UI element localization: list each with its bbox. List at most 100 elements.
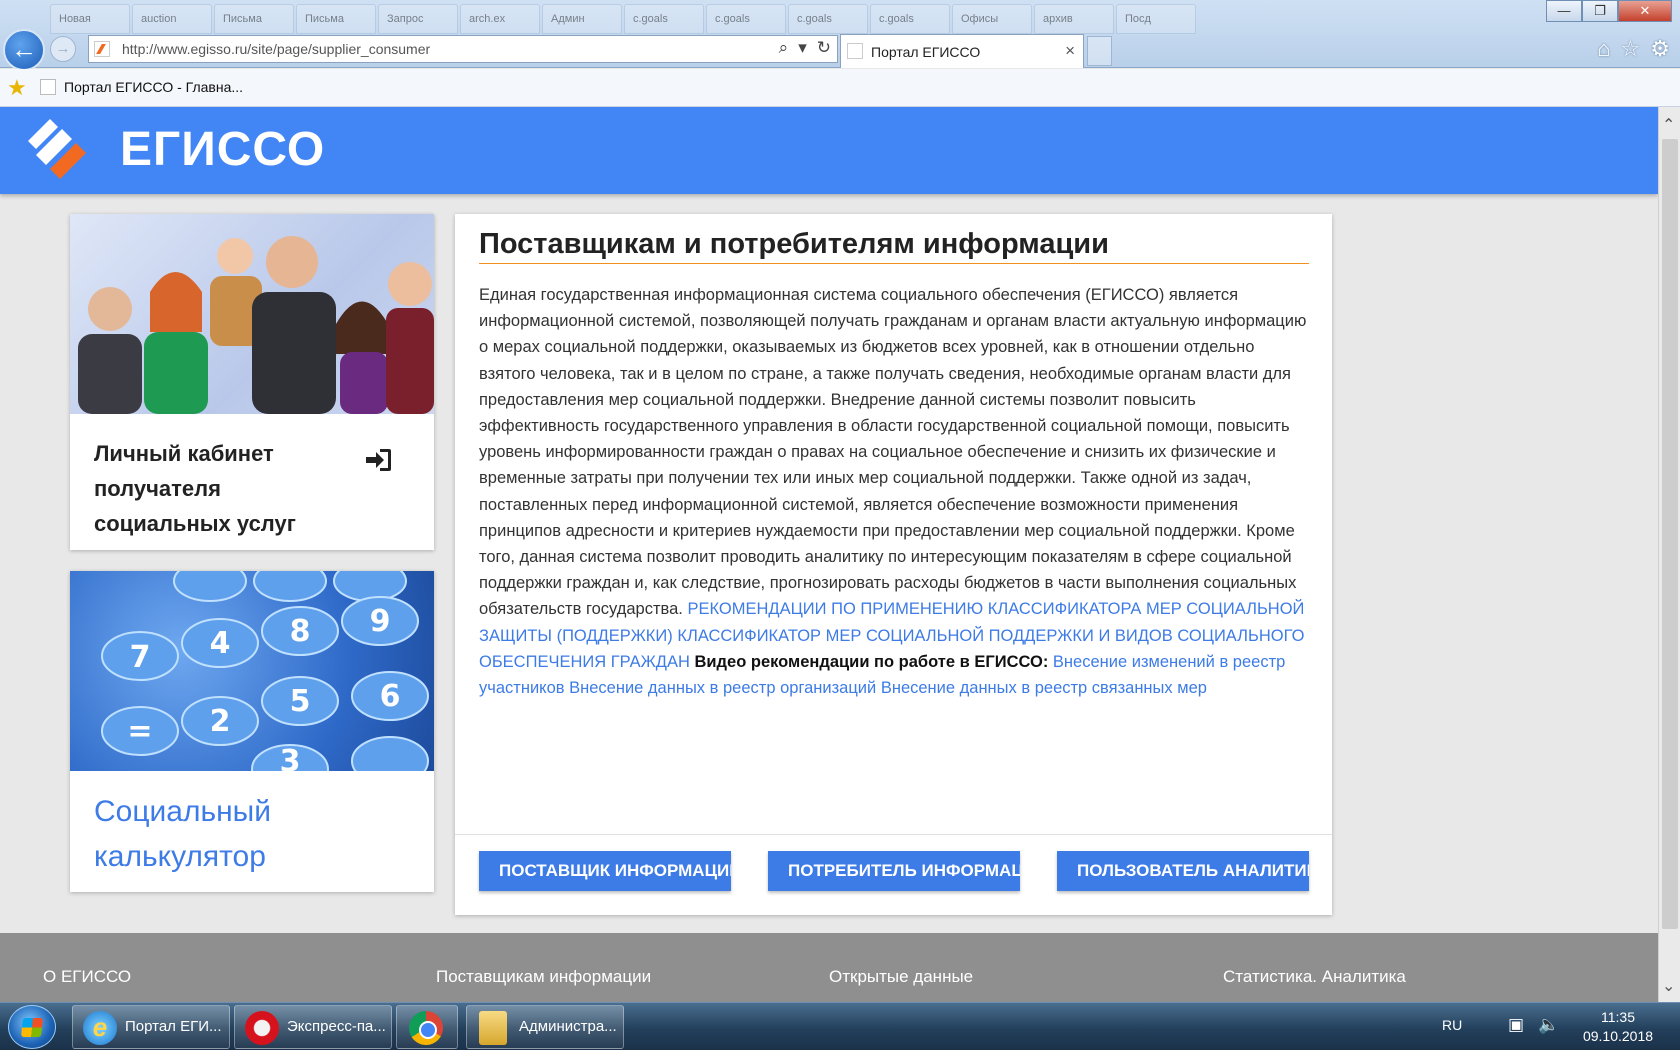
video-link-organizations[interactable]: Внесение данных в реестр организаций bbox=[569, 679, 876, 697]
favorites-item[interactable]: Портал ЕГИССО - Главна... bbox=[40, 79, 243, 95]
language-indicator[interactable]: RU bbox=[1442, 1017, 1462, 1033]
favorite-favicon-icon bbox=[40, 79, 56, 95]
cabinet-title[interactable]: Личный кабинет получателя социальных усл… bbox=[94, 436, 354, 541]
background-tab[interactable]: arch.ex bbox=[460, 4, 540, 34]
start-button[interactable] bbox=[8, 1005, 56, 1049]
consumer-button[interactable]: ПОТРЕБИТЕЛЬ ИНФОРМАЦИИ bbox=[768, 851, 1020, 891]
volume-icon[interactable]: 🔈 bbox=[1538, 1015, 1559, 1035]
scroll-down-icon[interactable]: ⌄ bbox=[1662, 976, 1675, 996]
calculator-keys-image: 4 8 7 9 2 5 6 3 = bbox=[70, 571, 434, 771]
taskbar-item-chrome[interactable] bbox=[396, 1005, 458, 1049]
footer-link-suppliers[interactable]: Поставщикам информации bbox=[436, 967, 651, 987]
favorites-item-label: Портал ЕГИССО - Главна... bbox=[64, 79, 244, 95]
background-tab[interactable]: арxив bbox=[1034, 4, 1114, 34]
settings-gear-icon[interactable]: ⚙ bbox=[1650, 36, 1670, 62]
network-icon[interactable]: ▣ bbox=[1508, 1015, 1524, 1035]
background-tab[interactable]: Пoсд bbox=[1116, 4, 1196, 34]
add-favorite-star-icon[interactable]: ★ bbox=[7, 75, 27, 101]
tab-title: Портал ЕГИССО bbox=[871, 44, 981, 60]
analytics-user-button[interactable]: ПОЛЬЗОВАТЕЛЬ АНАЛИТИКИ bbox=[1057, 851, 1309, 891]
browser-chrome: Новая auction Письма Письма Запрос arch.… bbox=[0, 0, 1680, 71]
svg-text:=: = bbox=[127, 714, 152, 749]
back-button[interactable]: ← bbox=[3, 29, 45, 71]
svg-text:4: 4 bbox=[210, 626, 231, 661]
tab-favicon-icon bbox=[847, 43, 863, 59]
background-tab[interactable]: Офисы bbox=[952, 4, 1032, 34]
page-viewport: ЕГИССО Личный кабинет получателя социаль… bbox=[0, 107, 1658, 1002]
close-window-button[interactable]: ✕ bbox=[1618, 0, 1672, 22]
favorites-star-icon[interactable]: ☆ bbox=[1621, 36, 1641, 62]
window-controls: — ❐ ✕ bbox=[1546, 0, 1672, 22]
clock-date: 09.10.2018 bbox=[1582, 1028, 1654, 1044]
background-tab[interactable]: Письма bbox=[296, 4, 376, 34]
footer-link-statistics[interactable]: Статистика. Аналитика bbox=[1223, 967, 1406, 987]
svg-text:8: 8 bbox=[290, 614, 311, 649]
taskbar-item-explorer[interactable]: Администра... bbox=[466, 1005, 624, 1049]
main-content-card: Поставщикам и потребителям информации Ед… bbox=[455, 214, 1332, 915]
background-tabs: Новая auction Письма Письма Запрос arch.… bbox=[50, 4, 1196, 34]
taskbar-item-ie[interactable]: e Портал ЕГИ... bbox=[72, 1005, 230, 1049]
scroll-up-icon[interactable]: ⌃ bbox=[1662, 115, 1675, 135]
clock[interactable]: 11:35 09.10.2018 bbox=[1580, 1008, 1656, 1046]
svg-text:9: 9 bbox=[370, 604, 391, 639]
svg-text:5: 5 bbox=[290, 684, 311, 719]
egisso-logo-icon[interactable] bbox=[28, 119, 88, 181]
folder-icon bbox=[479, 1011, 507, 1045]
card-divider bbox=[455, 834, 1332, 835]
clock-time: 11:35 bbox=[1601, 1009, 1635, 1025]
background-tab[interactable]: с.goals bbox=[706, 4, 786, 34]
svg-text:7: 7 bbox=[130, 640, 151, 675]
svg-text:3: 3 bbox=[280, 744, 301, 771]
footer-link-open-data[interactable]: Открытые данные bbox=[829, 967, 973, 987]
video-heading: Видео рекомендации по работе в ЕГИССО: bbox=[694, 652, 1049, 671]
forward-button[interactable]: → bbox=[50, 36, 76, 62]
site-footer: О ЕГИССО Поставщикам информации Открытые… bbox=[0, 933, 1658, 1002]
background-tab[interactable]: auction bbox=[132, 4, 212, 34]
active-tab[interactable]: Портал ЕГИССО × bbox=[840, 34, 1084, 68]
taskbar-item-label: Портал ЕГИ... bbox=[125, 1018, 222, 1035]
tab-close-icon[interactable]: × bbox=[1065, 41, 1075, 61]
background-tab[interactable]: Новая bbox=[50, 4, 130, 34]
family-photo bbox=[70, 214, 434, 414]
scroll-thumb[interactable] bbox=[1662, 139, 1678, 929]
login-icon[interactable] bbox=[366, 448, 392, 472]
maximize-button[interactable]: ❐ bbox=[1582, 0, 1618, 22]
background-tab[interactable]: с.goals bbox=[788, 4, 868, 34]
refresh-icon[interactable]: ↻ bbox=[817, 38, 831, 58]
footer-link-about[interactable]: О ЕГИССО bbox=[43, 967, 131, 987]
background-tab[interactable]: с.goals bbox=[870, 4, 950, 34]
opera-icon bbox=[245, 1011, 279, 1045]
minimize-button[interactable]: — bbox=[1546, 0, 1582, 22]
site-header: ЕГИССО bbox=[0, 107, 1658, 194]
background-tab[interactable]: Запрос bbox=[378, 4, 458, 34]
svg-text:2: 2 bbox=[210, 704, 231, 739]
svg-text:6: 6 bbox=[380, 679, 401, 714]
main-body: Единая государственная информационная си… bbox=[479, 282, 1311, 701]
address-url[interactable]: http://www.egisso.ru/site/page/supplier_… bbox=[122, 41, 430, 57]
favorites-bar: ★ Портал ЕГИССО - Главна... bbox=[0, 69, 1680, 107]
dropdown-icon[interactable]: ▾ bbox=[798, 38, 807, 58]
background-tab[interactable]: с.goals bbox=[624, 4, 704, 34]
site-favicon-icon bbox=[94, 41, 110, 57]
site-name[interactable]: ЕГИССО bbox=[120, 122, 325, 177]
calculator-title[interactable]: Социальный калькулятор bbox=[94, 789, 394, 879]
address-bar[interactable]: http://www.egisso.ru/site/page/supplier_… bbox=[88, 35, 838, 63]
internet-explorer-icon: e bbox=[83, 1011, 117, 1045]
video-link-related-measures[interactable]: Внесение данных в реестр связанных мер bbox=[881, 679, 1207, 697]
body-text: Единая государственная информационная си… bbox=[479, 286, 1307, 619]
personal-cabinet-card[interactable]: Личный кабинет получателя социальных усл… bbox=[70, 214, 434, 550]
social-calculator-card[interactable]: 4 8 7 9 2 5 6 3 = Социальный калькулятор bbox=[70, 571, 434, 892]
taskbar: e Портал ЕГИ... Экспресс-па... Администр… bbox=[0, 1002, 1680, 1050]
taskbar-item-label: Экспресс-па... bbox=[287, 1018, 386, 1035]
home-icon[interactable]: ⌂ bbox=[1597, 36, 1610, 62]
supplier-button[interactable]: ПОСТАВЩИК ИНФОРМАЦИИ bbox=[479, 851, 731, 891]
search-icon[interactable]: ⌕ bbox=[779, 38, 789, 58]
chrome-icon bbox=[409, 1011, 443, 1045]
page-title: Поставщикам и потребителям информации bbox=[479, 228, 1309, 264]
taskbar-item-opera[interactable]: Экспресс-па... bbox=[234, 1005, 392, 1049]
background-tab[interactable]: Админ bbox=[542, 4, 622, 34]
background-tab[interactable]: Письма bbox=[214, 4, 294, 34]
new-tab-button[interactable] bbox=[1087, 36, 1112, 66]
taskbar-item-label: Администра... bbox=[519, 1018, 617, 1035]
page-scrollbar[interactable]: ⌃ ⌄ bbox=[1658, 107, 1680, 1002]
